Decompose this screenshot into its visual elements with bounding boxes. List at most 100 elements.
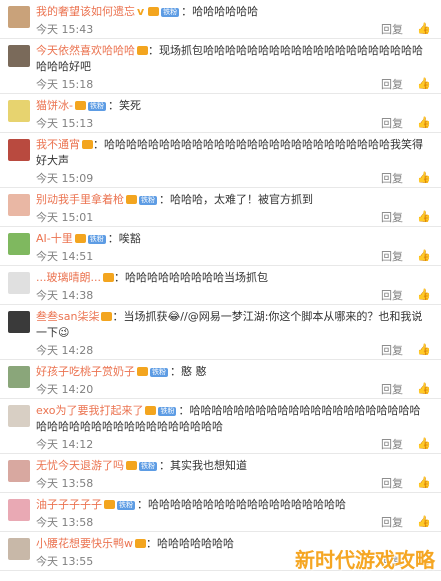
- username-link[interactable]: 猫饼冰-: [36, 99, 73, 112]
- comment-line: 猫饼冰- 铁粉 ：笑死: [36, 98, 431, 114]
- reply-button[interactable]: 回复: [381, 475, 403, 491]
- reply-button[interactable]: 回复: [381, 170, 403, 186]
- comment-footer: 今天 15:09 回复 👍: [36, 169, 431, 187]
- crown-icon: [104, 500, 115, 509]
- reply-button[interactable]: 回复: [381, 115, 403, 131]
- watermark: 新时代游戏攻略: [295, 548, 435, 572]
- comment-actions: 回复 👍: [381, 342, 431, 358]
- username-link[interactable]: ...玻璃晴朗...: [36, 271, 101, 284]
- fan-badge: 铁粉: [87, 235, 106, 244]
- thumbs-up-icon[interactable]: 👍: [417, 211, 431, 223]
- avatar[interactable]: [8, 272, 30, 294]
- fan-badge: 铁粉: [158, 407, 177, 416]
- comment-text: ：哈哈哈哈哈哈哈哈哈哈哈哈哈哈哈哈哈哈哈哈哈哈哈哈哈哈我笑得好大声: [36, 138, 423, 167]
- timestamp: 今天 13:58: [36, 477, 94, 490]
- fan-badge: 铁粉: [117, 501, 135, 510]
- comment-footer: 今天 14:12 回复 👍: [36, 435, 431, 453]
- thumbs-up-icon[interactable]: 👍: [417, 250, 431, 262]
- reply-button[interactable]: 回复: [381, 436, 403, 452]
- avatar[interactable]: [8, 45, 30, 67]
- avatar[interactable]: [8, 100, 30, 122]
- comment-item: ...玻璃晴朗... ：哈哈哈哈哈哈哈哈哈当场抓包 今天 14:38 回复 👍: [0, 266, 441, 305]
- comment-actions: 回复 👍: [381, 76, 431, 92]
- comment-item: 叁叁san柒柒 ：当场抓获😂//@网易一梦江湖:你这个脚本从哪来的？也和我说一下😉…: [0, 305, 441, 360]
- fan-badge: 铁粉: [161, 8, 180, 17]
- reply-button[interactable]: 回复: [381, 381, 403, 397]
- thumbs-up-icon[interactable]: 👍: [417, 383, 431, 395]
- avatar[interactable]: [8, 139, 30, 161]
- crown-icon: [126, 195, 137, 204]
- avatar[interactable]: [8, 311, 30, 333]
- thumbs-up-icon[interactable]: 👍: [417, 172, 431, 184]
- reply-button[interactable]: 回复: [381, 287, 403, 303]
- comment-line: 我的奢望该如何遗忘 v 铁粉 ：哈哈哈哈哈哈: [36, 4, 431, 20]
- username-link[interactable]: AI-十里: [36, 232, 73, 245]
- avatar[interactable]: [8, 194, 30, 216]
- comment-footer: 今天 15:01 回复 👍: [36, 208, 431, 226]
- comment-actions: 回复 👍: [381, 209, 431, 225]
- username-link[interactable]: 无忧今天退游了吗: [36, 459, 124, 472]
- username-link[interactable]: 我不通宵: [36, 138, 80, 151]
- avatar[interactable]: [8, 460, 30, 482]
- crown-icon: [102, 273, 114, 282]
- comment-actions: 回复 👍: [381, 436, 431, 452]
- avatar[interactable]: [8, 6, 30, 28]
- thumbs-up-icon[interactable]: 👍: [417, 78, 431, 90]
- timestamp: 今天 15:18: [36, 78, 94, 91]
- fan-badge: 铁粉: [139, 462, 157, 471]
- thumbs-up-icon[interactable]: 👍: [417, 477, 431, 489]
- crown-icon: [74, 234, 86, 243]
- reply-button[interactable]: 回复: [381, 21, 403, 37]
- username-link[interactable]: 我的奢望该如何遗忘: [36, 5, 135, 18]
- username-link[interactable]: exo为了要我打起来了: [36, 404, 143, 417]
- comment-footer: 今天 14:38 回复 👍: [36, 286, 431, 304]
- comment-actions: 回复 👍: [381, 475, 431, 491]
- username-link[interactable]: 别动我手里拿着枪: [36, 193, 124, 206]
- thumbs-up-icon[interactable]: 👍: [417, 23, 431, 35]
- comment-line: 好孩子吃桃子赏奶子 铁粉 ：憨 憨: [36, 364, 431, 380]
- fan-badge: 铁粉: [150, 368, 168, 377]
- thumbs-up-icon[interactable]: 👍: [417, 117, 431, 129]
- comment-item: 我的奢望该如何遗忘 v 铁粉 ：哈哈哈哈哈哈 今天 15:43 回复 👍: [0, 0, 441, 39]
- thumbs-up-icon[interactable]: 👍: [417, 516, 431, 528]
- timestamp: 今天 15:13: [36, 117, 94, 130]
- fan-badge: 铁粉: [87, 102, 106, 111]
- avatar[interactable]: [8, 233, 30, 255]
- username-link[interactable]: 油子子子子子: [36, 498, 102, 511]
- username-link[interactable]: 今天依然喜欢哈哈哈: [36, 44, 135, 57]
- comment-text: ：哈哈哈哈哈哈: [181, 5, 259, 18]
- comment-actions: 回复 👍: [381, 514, 431, 530]
- crown-icon: [135, 539, 146, 548]
- username-link[interactable]: 叁叁san柒柒: [36, 310, 99, 323]
- comment-line: 无忧今天退游了吗 铁粉 ：其实我也想知道: [36, 458, 431, 474]
- thumbs-up-icon[interactable]: 👍: [417, 344, 431, 356]
- comment-footer: 今天 15:43 回复 👍: [36, 20, 431, 38]
- comment-footer: 今天 13:58 回复 👍: [36, 513, 431, 531]
- reply-button[interactable]: 回复: [381, 209, 403, 225]
- username-link[interactable]: 小腰花想要快乐鸭w: [36, 537, 133, 550]
- reply-button[interactable]: 回复: [381, 76, 403, 92]
- reply-button[interactable]: 回复: [381, 342, 403, 358]
- crown-icon: [101, 312, 113, 321]
- comment-item: 今天依然喜欢哈哈哈 ：现场抓包哈哈哈哈哈哈哈哈哈哈哈哈哈哈哈哈哈哈哈哈哈哈哈好吧今…: [0, 39, 441, 94]
- username-link[interactable]: 好孩子吃桃子赏奶子: [36, 365, 135, 378]
- comment-item: 好孩子吃桃子赏奶子 铁粉 ：憨 憨今天 14:20 回复 👍: [0, 360, 441, 399]
- timestamp: 今天 14:28: [36, 344, 94, 357]
- comment-text: ：憨 憨: [170, 365, 207, 378]
- avatar[interactable]: [8, 366, 30, 388]
- comment-line: 今天依然喜欢哈哈哈 ：现场抓包哈哈哈哈哈哈哈哈哈哈哈哈哈哈哈哈哈哈哈哈哈哈哈好吧: [36, 43, 431, 75]
- comment-text: ：哈哈哈哈哈哈哈哈哈哈哈哈哈哈哈哈哈哈: [137, 498, 346, 511]
- comment-line: ...玻璃晴朗... ：哈哈哈哈哈哈哈哈哈当场抓包: [36, 270, 431, 286]
- crown-icon: [74, 101, 86, 110]
- thumbs-up-icon[interactable]: 👍: [417, 289, 431, 301]
- avatar[interactable]: [8, 499, 30, 521]
- timestamp: 今天 15:01: [36, 211, 94, 224]
- reply-button[interactable]: 回复: [381, 248, 403, 264]
- comment-item: 我不通宵 ：哈哈哈哈哈哈哈哈哈哈哈哈哈哈哈哈哈哈哈哈哈哈哈哈哈哈我笑得好大声 今天 …: [0, 133, 441, 188]
- avatar[interactable]: [8, 405, 30, 427]
- comment-text: ：唉豁: [107, 232, 141, 245]
- avatar[interactable]: [8, 538, 30, 560]
- comment-actions: 回复 👍: [381, 115, 431, 131]
- reply-button[interactable]: 回复: [381, 514, 403, 530]
- thumbs-up-icon[interactable]: 👍: [417, 438, 431, 450]
